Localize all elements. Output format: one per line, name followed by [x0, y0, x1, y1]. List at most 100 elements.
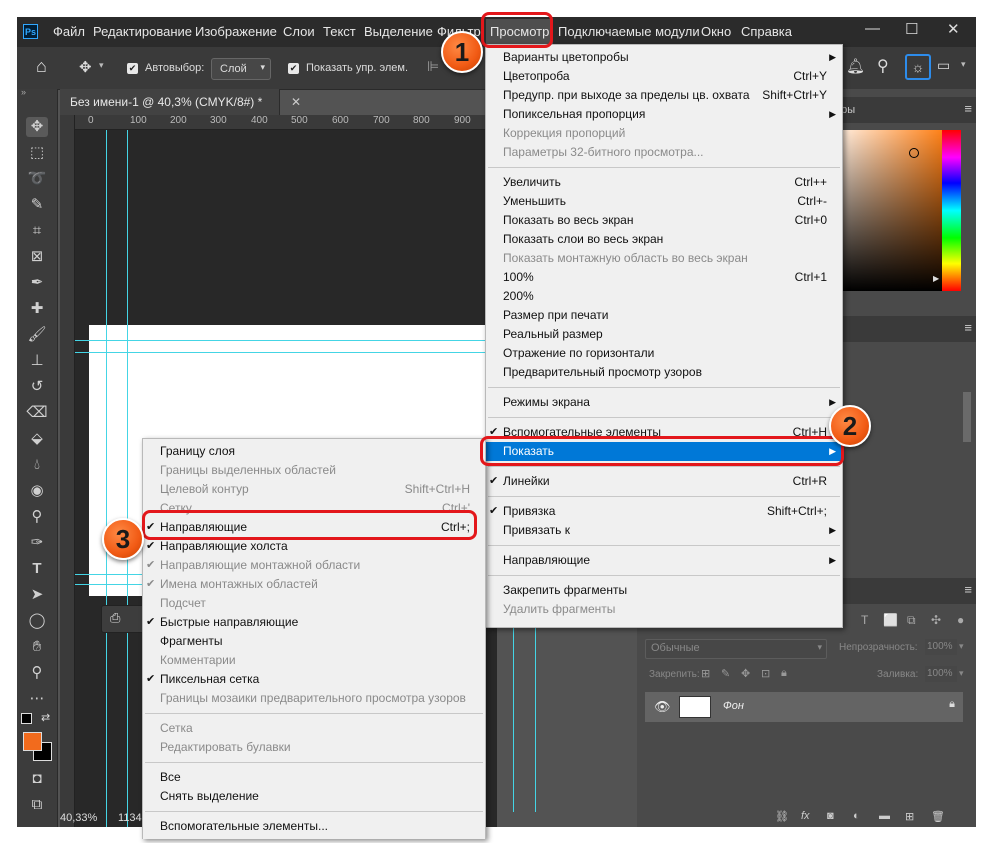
text-layer-icon[interactable]: T	[861, 613, 868, 627]
minimize-button[interactable]: —	[865, 20, 880, 37]
menu-item[interactable]: Направляющие ▶	[486, 551, 842, 570]
guide-line[interactable]	[535, 617, 536, 812]
add-mask-icon[interactable]: ◙	[827, 810, 834, 822]
collapse-icon[interactable]: »	[21, 87, 26, 97]
dodge-tool-icon[interactable]: ◉	[26, 481, 48, 501]
menu-item[interactable]: Размер при печати	[486, 306, 842, 325]
document-tab[interactable]: Без имени-1 @ 40,3% (CMYK/8#) * ✕	[60, 89, 301, 115]
lock-pixels-icon[interactable]: ⊞	[701, 667, 710, 680]
guide-line[interactable]	[75, 352, 497, 353]
fx-icon[interactable]: fx	[801, 810, 810, 822]
frame-tool-icon[interactable]: ⊠	[26, 247, 48, 267]
eraser-tool-icon[interactable]: ⌫	[26, 403, 48, 423]
move-tool-icon[interactable]: ✥	[26, 117, 48, 137]
hue-slider[interactable]	[942, 130, 961, 291]
menu-item[interactable]: Реальный размер	[486, 325, 842, 344]
panel-menu-icon[interactable]: ≡	[964, 582, 972, 597]
close-tab-icon[interactable]: ✕	[291, 89, 301, 115]
scrollbar[interactable]	[963, 392, 971, 442]
lasso-tool-icon[interactable]: ➰	[26, 169, 48, 189]
menu-item[interactable]: Границу слоя	[143, 442, 485, 461]
panel-menu-icon[interactable]: ≡	[964, 320, 972, 335]
chevron-down-icon[interactable]: ▾	[959, 668, 964, 679]
more-tools-icon[interactable]: ⋯	[26, 689, 48, 709]
align-icon[interactable]: ⊫	[427, 58, 439, 75]
paint-bucket-icon[interactable]: ⬙	[26, 429, 48, 449]
menu-item[interactable]: Все	[143, 768, 485, 787]
color-picker-field[interactable]	[824, 130, 954, 291]
zoom-tool-icon[interactable]: ⚲	[26, 663, 48, 683]
chevron-down-icon[interactable]: ▾	[959, 641, 964, 652]
show-transform-checkbox[interactable]: ✔	[288, 63, 299, 74]
menu-edit[interactable]: Редактирование	[93, 24, 192, 39]
menu-item[interactable]: Вспомогательные элементы...	[143, 817, 485, 836]
new-layer-icon[interactable]: ⊞	[905, 810, 914, 823]
color-picker-cursor[interactable]	[909, 148, 919, 158]
new-group-icon[interactable]: ▬	[879, 810, 890, 822]
workspace-icon[interactable]: ▭	[937, 57, 950, 74]
chevron-down-icon[interactable]: ▾	[961, 59, 966, 70]
default-colors-icon[interactable]	[21, 713, 32, 724]
menu-item[interactable]: Закрепить фрагменты	[486, 581, 842, 600]
marquee-tool-icon[interactable]: ⬚	[26, 143, 48, 163]
swap-colors-icon[interactable]: ⇄	[41, 711, 50, 724]
search-icon[interactable]: ⚲	[877, 56, 889, 76]
ellipse-tool-icon[interactable]: ◯	[26, 611, 48, 631]
shape-layer-icon[interactable]: ⬜	[883, 613, 898, 627]
artboard-icon[interactable]: ✣	[931, 613, 941, 627]
smart-object-icon[interactable]: ⧉	[907, 613, 916, 628]
menu-item[interactable]: Попиксельная пропорция ▶	[486, 105, 842, 124]
bell-icon[interactable]: 🔔︎	[846, 57, 865, 75]
guide-line[interactable]	[513, 617, 514, 812]
menu-window[interactable]: Окно	[701, 24, 731, 39]
move-tool-icon[interactable]: ✥	[79, 58, 92, 76]
menu-item[interactable]: Предупр. при выходе за пределы цв. охват…	[486, 86, 842, 105]
blur-tool-icon[interactable]: 💧︎	[26, 455, 48, 475]
discover-icon[interactable]: ☼	[905, 54, 931, 80]
hand-tool-icon[interactable]: ✋︎	[26, 637, 48, 657]
vertical-ruler[interactable]	[60, 115, 75, 827]
maximize-button[interactable]: ☐	[905, 20, 918, 38]
menu-help[interactable]: Справка	[741, 24, 792, 39]
menu-item[interactable]: Цветопроба Ctrl+Y	[486, 67, 842, 86]
menu-item[interactable]: 200%	[486, 287, 842, 306]
zoom-level[interactable]: 40,33%	[60, 812, 97, 824]
zoom-lens-icon[interactable]: ⚲	[26, 507, 48, 527]
guide-line[interactable]	[75, 340, 497, 341]
opacity-input[interactable]: 100%	[925, 639, 957, 655]
menu-item[interactable]: Показать во весь экран Ctrl+0	[486, 211, 842, 230]
home-icon[interactable]: ⌂	[36, 56, 47, 77]
menu-item[interactable]: 100% Ctrl+1	[486, 268, 842, 287]
menu-item[interactable]: Отражение по горизонтали	[486, 344, 842, 363]
menu-item[interactable]: Показать слои во весь экран	[486, 230, 842, 249]
menu-text[interactable]: Текст	[323, 24, 356, 39]
menu-item[interactable]: ✔ Пиксельная сетка	[143, 670, 485, 689]
menu-image[interactable]: Изображение	[195, 24, 277, 39]
blend-mode-dropdown[interactable]: Обычные ▾	[645, 639, 827, 659]
quick-select-icon[interactable]: ✎	[26, 195, 48, 215]
crop-tool-icon[interactable]: ⌗	[26, 221, 48, 241]
screen-mode-icon[interactable]: ⧉	[26, 795, 48, 815]
guide-line[interactable]	[127, 130, 128, 827]
close-window-button[interactable]: ✕	[947, 20, 960, 38]
menu-item[interactable]: Варианты цветопробы ▶	[486, 48, 842, 67]
foreground-color-swatch[interactable]	[23, 732, 42, 751]
trash-icon[interactable]: 🗑︎	[931, 810, 945, 823]
menu-item[interactable]: Увеличить Ctrl++	[486, 173, 842, 192]
healing-brush-icon[interactable]: ✚	[26, 299, 48, 319]
menu-file[interactable]: Файл	[53, 24, 85, 39]
lock-artboard-icon[interactable]: ⊡	[761, 667, 770, 680]
adjustment-layer-icon[interactable]: ◐	[853, 810, 860, 822]
hue-slider-handle[interactable]: ▶	[933, 274, 939, 283]
lock-brush-icon[interactable]: ✎	[721, 667, 730, 680]
layer-name[interactable]: Фон	[723, 700, 744, 712]
menu-item[interactable]: ✔ Быстрые направляющие	[143, 613, 485, 632]
autoselect-dropdown[interactable]: Слой ▾	[211, 58, 271, 80]
quick-mask-icon[interactable]: ◘	[26, 769, 48, 789]
guide-line[interactable]	[106, 130, 107, 827]
lock-all-icon[interactable]: 🔒︎	[781, 667, 787, 680]
menu-item[interactable]: Уменьшить Ctrl+-	[486, 192, 842, 211]
autoselect-checkbox[interactable]: ✔	[127, 63, 138, 74]
menu-item[interactable]: ✔ Линейки Ctrl+R	[486, 472, 842, 491]
menu-plugins[interactable]: Подключаемые модули	[558, 24, 700, 39]
